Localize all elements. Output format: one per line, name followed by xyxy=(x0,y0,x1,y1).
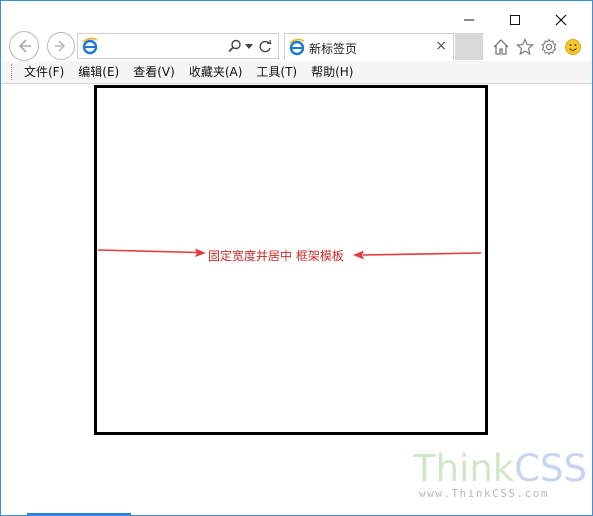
favorites-button[interactable] xyxy=(515,37,535,57)
search-icon[interactable] xyxy=(228,39,242,53)
ie-logo-icon xyxy=(82,37,98,55)
watermark-logo: ThinkCSS xyxy=(413,447,587,490)
maximize-icon xyxy=(510,15,520,25)
toolbar-icons xyxy=(491,37,583,57)
smiley-icon xyxy=(565,39,581,55)
left-arrow-icon xyxy=(97,249,198,254)
minimize-icon xyxy=(464,19,474,21)
close-window-button[interactable] xyxy=(538,7,584,33)
address-bar[interactable] xyxy=(77,33,279,59)
new-tab-button[interactable] xyxy=(455,33,483,60)
tab-new-tab[interactable]: 新标签页 × xyxy=(284,33,454,60)
menu-item-edit[interactable]: 编辑(E) xyxy=(71,64,126,80)
dropdown-arrow-icon[interactable] xyxy=(245,43,253,51)
home-button[interactable] xyxy=(491,37,511,57)
gear-icon xyxy=(541,38,557,56)
browser-window: 新标签页 × 文件(F) 编辑(E) 查看(V) 收藏夹(A) 工具(T) 帮助… xyxy=(0,0,593,516)
page-content: 固定宽度并居中 框架模板 ThinkCSS www.ThinkCSS.com xyxy=(1,84,592,515)
navigation-bar: 新标签页 × xyxy=(1,31,592,61)
tab-close-icon[interactable]: × xyxy=(435,38,447,54)
ie-logo-icon xyxy=(289,38,305,56)
maximize-button[interactable] xyxy=(492,7,538,33)
menu-item-help[interactable]: 帮助(H) xyxy=(304,64,360,80)
thinkcss-watermark: ThinkCSS www.ThinkCSS.com xyxy=(413,447,587,501)
right-arrow-icon xyxy=(362,252,482,256)
refresh-icon[interactable] xyxy=(259,40,272,53)
menu-grip xyxy=(11,64,13,80)
forward-arrow-icon xyxy=(55,40,66,52)
home-icon xyxy=(493,39,509,55)
close-icon xyxy=(555,14,567,26)
back-arrow-icon xyxy=(18,39,31,53)
minimize-button[interactable] xyxy=(446,7,492,33)
menu-item-favorites[interactable]: 收藏夹(A) xyxy=(182,64,250,80)
feedback-button[interactable] xyxy=(563,37,583,57)
forward-button[interactable] xyxy=(47,32,75,60)
bottom-accent-bar xyxy=(27,513,131,515)
center-caption: 固定宽度并居中 框架模板 xyxy=(208,249,344,263)
menu-item-tools[interactable]: 工具(T) xyxy=(249,64,304,80)
watermark-think: Think xyxy=(413,447,515,490)
menu-item-file[interactable]: 文件(F) xyxy=(17,64,71,80)
settings-button[interactable] xyxy=(539,37,559,57)
star-icon xyxy=(516,38,534,56)
right-arrowhead xyxy=(353,250,364,260)
tab-title: 新标签页 xyxy=(309,42,358,56)
menu-items: 文件(F) 编辑(E) 查看(V) 收藏夹(A) 工具(T) 帮助(H) xyxy=(17,64,360,80)
watermark-css: CSS xyxy=(514,447,588,490)
address-input[interactable] xyxy=(102,36,226,58)
back-button[interactable] xyxy=(9,31,39,61)
menu-bar: 文件(F) 编辑(E) 查看(V) 收藏夹(A) 工具(T) 帮助(H) xyxy=(1,61,592,84)
window-controls xyxy=(446,7,584,33)
menu-item-view[interactable]: 查看(V) xyxy=(126,64,182,80)
